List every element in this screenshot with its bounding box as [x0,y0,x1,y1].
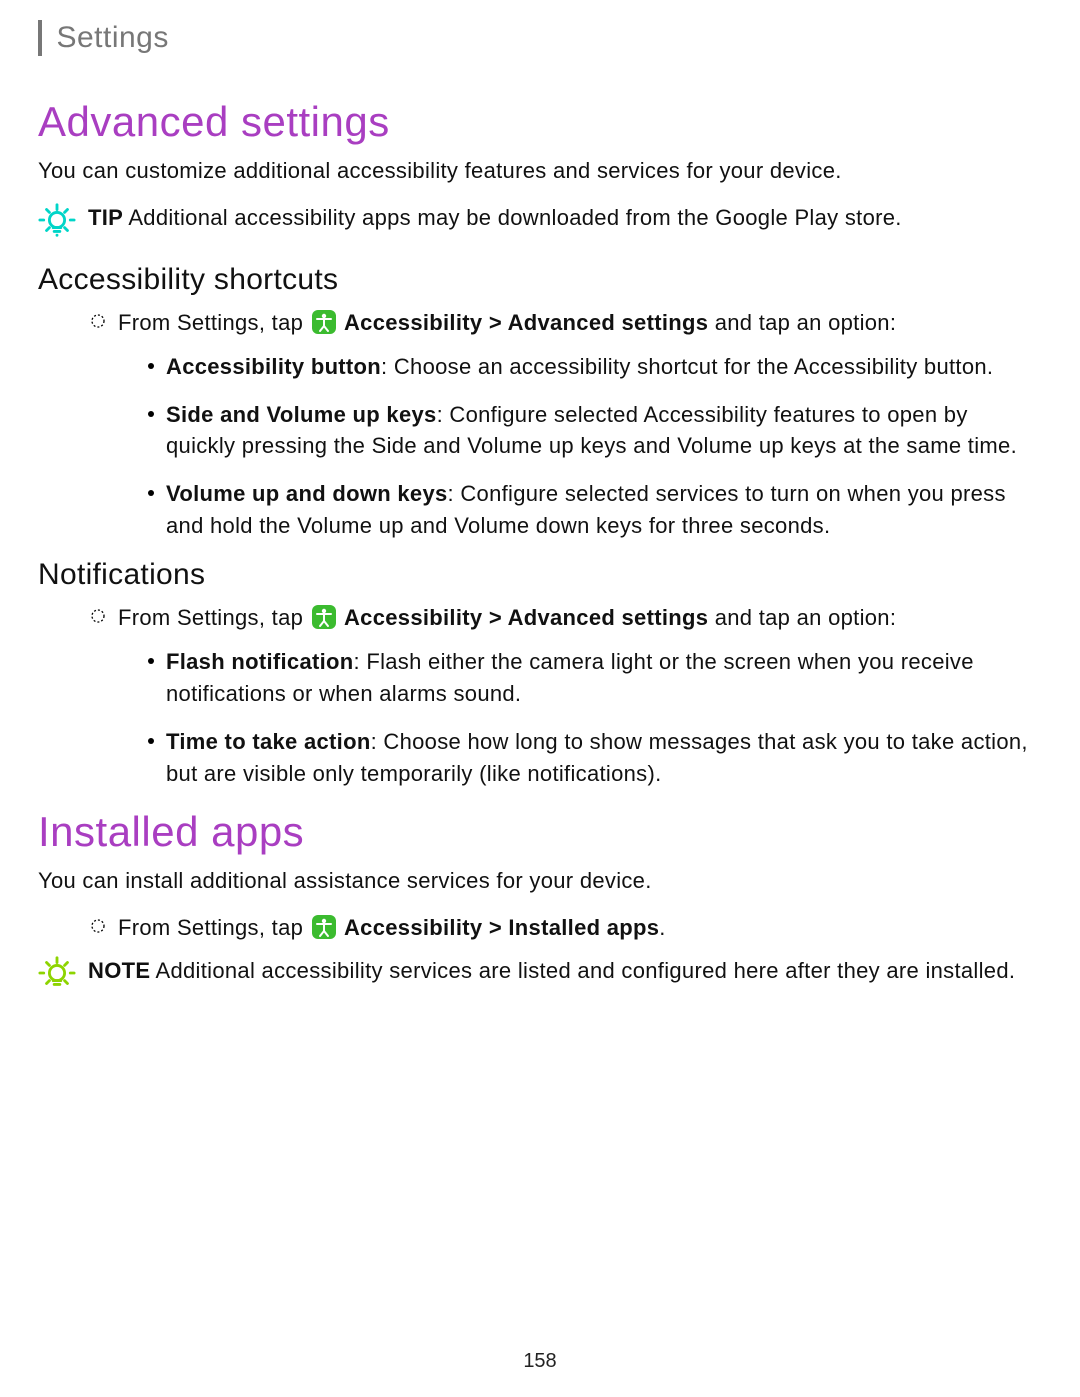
shortcuts-sub-list: Accessibility button: Choose an accessib… [38,351,1042,542]
advanced-settings-heading: Advanced settings [38,98,1042,146]
accessibility-icon [312,915,336,939]
installed-instruction-text: From Settings, tap Accessibility > Insta… [118,912,666,944]
dot-bullet-icon [148,411,154,417]
notifications-instruction-text: From Settings, tap Accessibility > Advan… [118,602,896,634]
lightbulb-icon [38,201,76,239]
list-item: Side and Volume up keys: Configure selec… [148,399,1042,463]
dot-bullet-icon [148,658,154,664]
list-item: Volume up and down keys: Configure selec… [148,478,1042,542]
accessibility-icon [312,310,336,334]
list-item: Flash notification: Flash either the cam… [148,646,1042,710]
tip-text: TIP Additional accessibility apps may be… [88,203,902,234]
page-header: Settings [38,0,1042,80]
advanced-settings-intro: You can customize additional accessibili… [38,156,1042,187]
accessibility-shortcuts-heading: Accessibility shortcuts [38,263,1042,297]
notifications-instruction: From Settings, tap Accessibility > Advan… [38,602,1042,634]
shortcuts-instruction-text: From Settings, tap Accessibility > Advan… [118,307,896,339]
installed-apps-intro: You can install additional assistance se… [38,866,1042,897]
tip-label: TIP [88,205,123,230]
note-text: NOTE Additional accessibility services a… [88,956,1015,987]
list-item: Accessibility button: Choose an accessib… [148,351,1042,383]
header-title: Settings [56,21,168,54]
note-callout: NOTE Additional accessibility services a… [38,956,1042,992]
installed-apps-heading: Installed apps [38,808,1042,856]
note-label: NOTE [88,958,150,983]
tip-callout: TIP Additional accessibility apps may be… [38,203,1042,239]
list-item: Time to take action: Choose how long to … [148,726,1042,790]
accessibility-icon [312,605,336,629]
shortcuts-instruction: From Settings, tap Accessibility > Advan… [38,307,1042,339]
notifications-heading: Notifications [38,558,1042,592]
note-body: Additional accessibility services are li… [150,958,1015,983]
dot-bullet-icon [148,490,154,496]
header-rule [38,20,42,56]
dot-bullet-icon [148,738,154,744]
lightbulb-icon [38,954,76,992]
page-number: 158 [0,1350,1080,1373]
dot-bullet-icon [148,363,154,369]
open-circle-bullet-icon [90,918,106,934]
notifications-sub-list: Flash notification: Flash either the cam… [38,646,1042,790]
open-circle-bullet-icon [90,608,106,624]
tip-body: Additional accessibility apps may be dow… [123,205,902,230]
installed-instruction: From Settings, tap Accessibility > Insta… [38,912,1042,944]
open-circle-bullet-icon [90,313,106,329]
